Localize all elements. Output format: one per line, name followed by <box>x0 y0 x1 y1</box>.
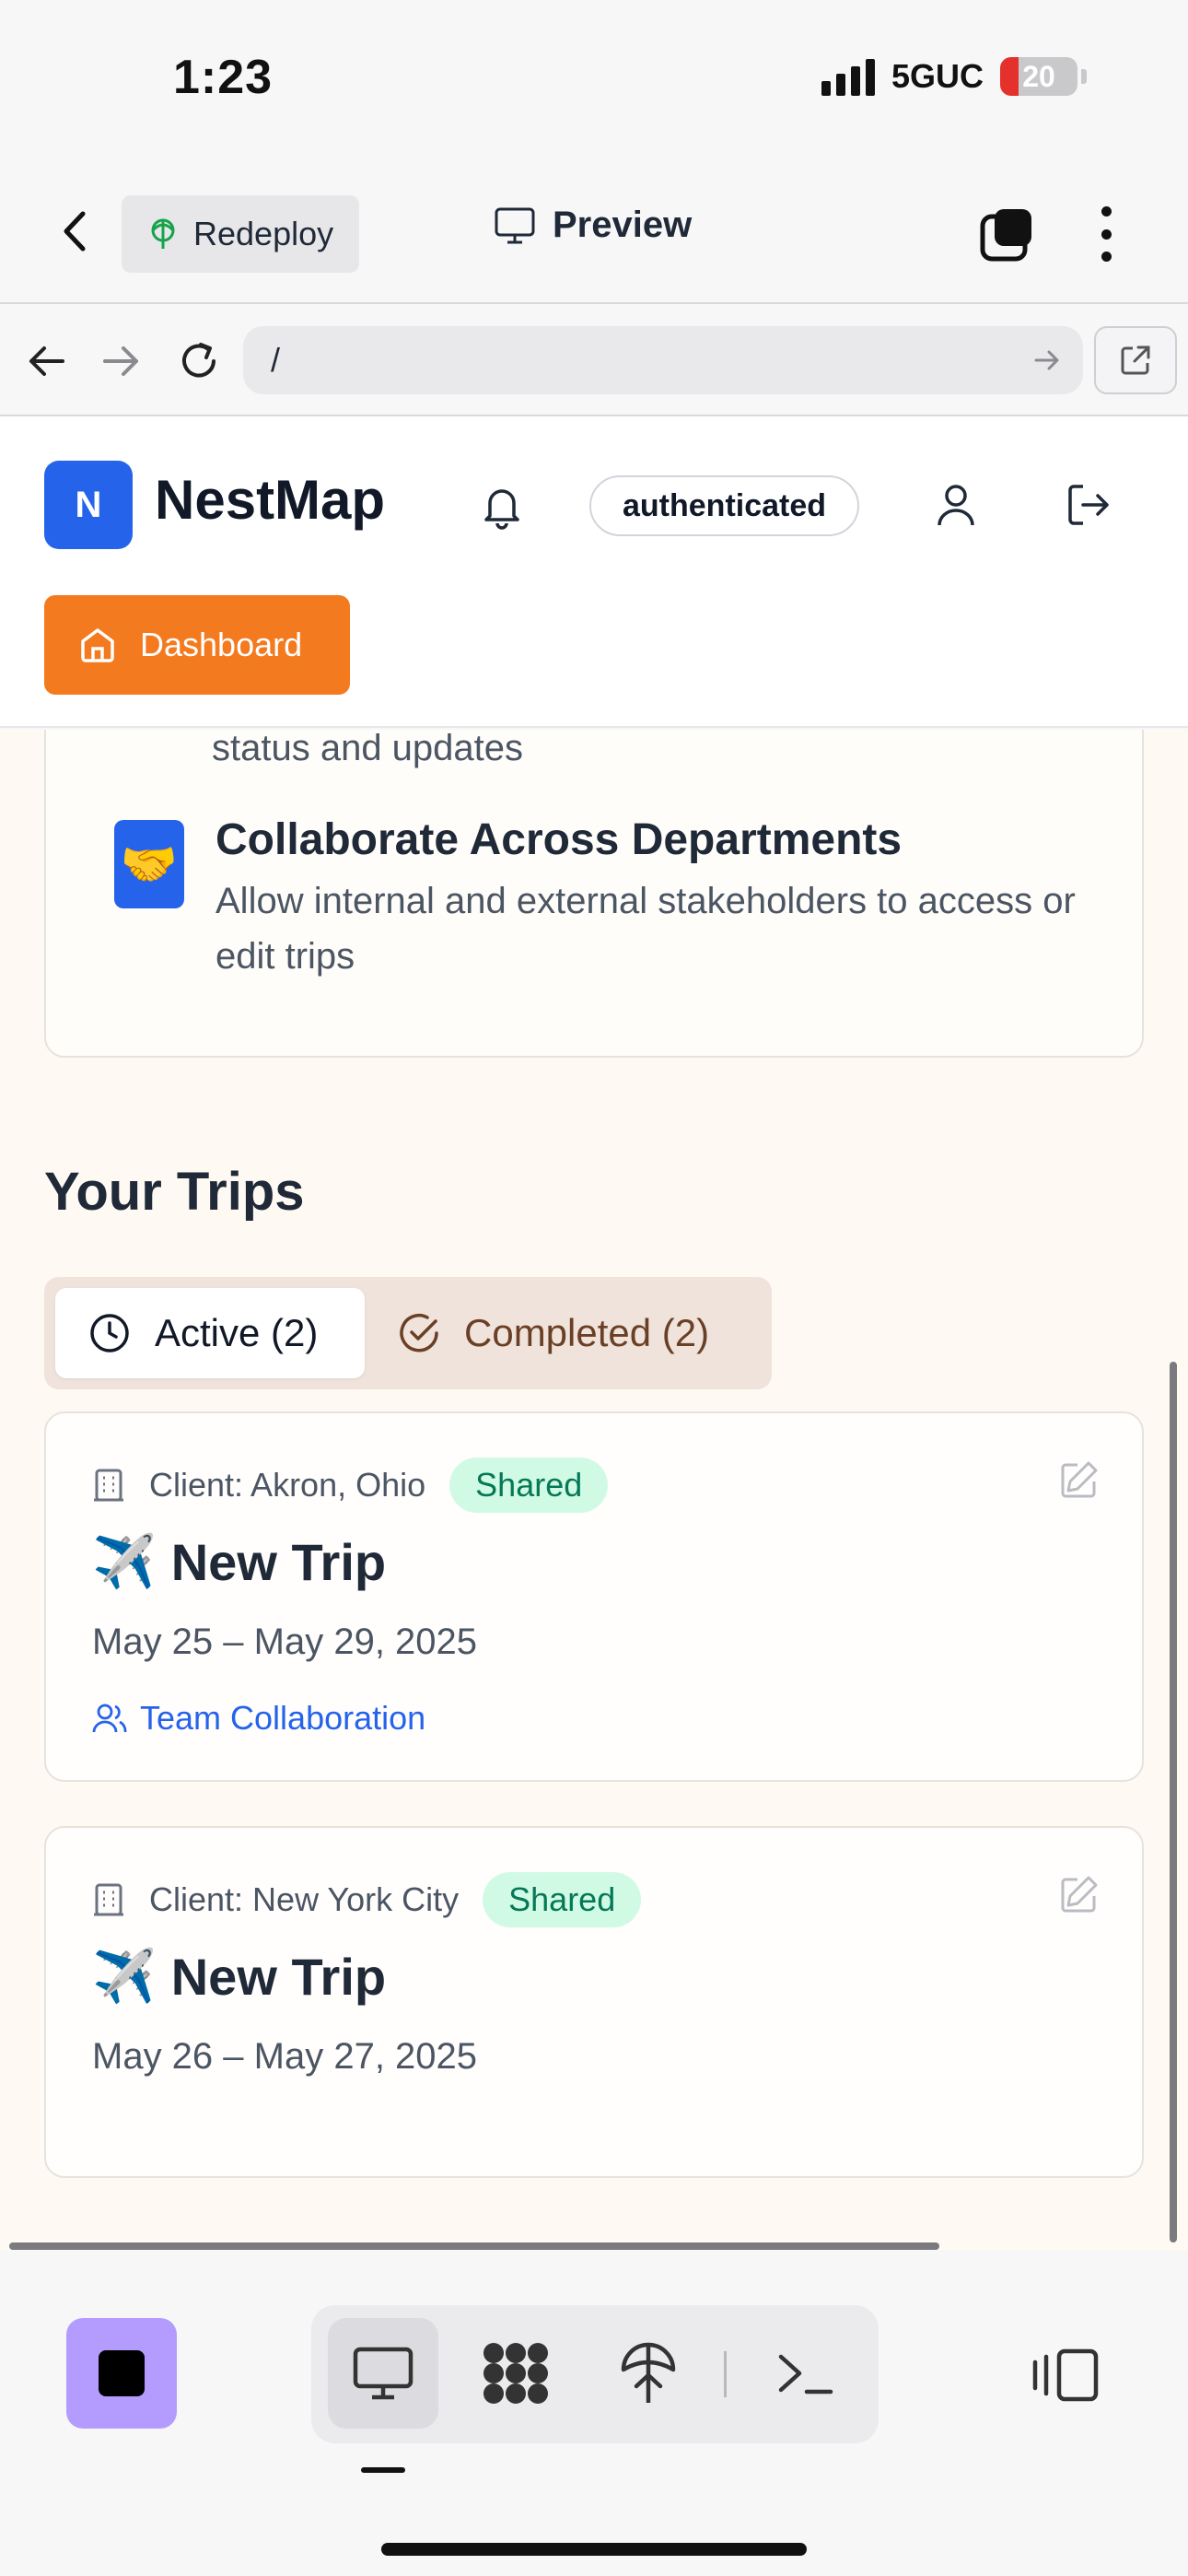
signal-icon <box>821 57 875 96</box>
blocks-icon <box>483 2343 548 2404</box>
logo[interactable]: N <box>44 461 133 549</box>
url-text: / <box>271 341 281 379</box>
deploy-view-button[interactable] <box>593 2318 704 2429</box>
more-options-icon[interactable] <box>1092 206 1120 262</box>
trip-client: Client: Akron, Ohio <box>149 1466 426 1504</box>
back-chevron-icon[interactable] <box>57 208 94 254</box>
redeploy-button[interactable]: Redeploy <box>122 195 360 273</box>
airplane-icon: ✈️ <box>92 1947 157 2005</box>
auth-status-badge: authenticated <box>589 475 860 536</box>
trip-card[interactable]: Client: Akron, Ohio Shared ✈️ New Trip M… <box>44 1411 1144 1782</box>
deploy-icon <box>621 2342 676 2403</box>
status-time: 1:23 <box>173 51 274 104</box>
status-indicators: 5GUC 20 <box>821 57 1087 96</box>
nav-back-icon[interactable] <box>22 337 70 385</box>
monitor-icon <box>495 207 535 243</box>
check-circle-icon <box>400 1314 438 1352</box>
tab-completed-label: Completed (2) <box>464 1311 710 1354</box>
team-collaboration-link[interactable]: Team Collaboration <box>92 1699 425 1738</box>
building-icon <box>94 1883 123 1916</box>
preview-label: Preview <box>553 205 693 245</box>
feature-title: Collaborate Across Departments <box>215 815 903 864</box>
edit-icon[interactable] <box>1057 1459 1100 1502</box>
battery-level: 20 <box>1022 59 1055 93</box>
preview-title[interactable]: Preview <box>494 205 692 246</box>
vertical-scrollbar[interactable] <box>1170 1362 1177 2242</box>
logout-icon[interactable] <box>1063 479 1114 531</box>
external-link-icon <box>1121 345 1150 375</box>
edit-icon[interactable] <box>1057 1874 1100 1916</box>
workspace-view-button[interactable] <box>460 2318 571 2429</box>
feature-description: Allow internal and external stakeholders… <box>215 881 1076 977</box>
terminal-icon <box>778 2354 833 2395</box>
battery-icon: 20 <box>1000 57 1077 96</box>
handshake-icon: 🤝 <box>114 820 184 908</box>
redeploy-icon <box>151 218 175 249</box>
view-switcher <box>311 2305 879 2443</box>
home-indicator <box>381 2543 807 2556</box>
site-header: N NestMap authenticated Dashboard <box>0 416 1188 728</box>
stop-icon <box>99 2350 145 2396</box>
trip-meta: Client: New York City Shared <box>92 1872 642 1927</box>
users-icon <box>92 1704 127 1733</box>
trip-title: ✈️ New Trip <box>92 1946 386 2007</box>
go-arrow-icon[interactable] <box>1031 345 1063 376</box>
bell-icon[interactable] <box>477 481 527 531</box>
building-icon <box>94 1469 123 1502</box>
airplane-icon: ✈️ <box>92 1532 157 1590</box>
trip-dates: May 25 – May 29, 2025 <box>92 1622 478 1662</box>
trip-meta: Client: Akron, Ohio Shared <box>92 1458 609 1513</box>
user-icon[interactable] <box>930 479 982 531</box>
stop-button[interactable] <box>66 2318 177 2429</box>
tab-active-label: Active (2) <box>155 1311 319 1354</box>
feature-description-partial: status and updates <box>212 730 524 768</box>
trip-title-text: New Trip <box>170 1532 387 1591</box>
status-bar: 1:23 5GUC 20 <box>0 0 1188 157</box>
shared-badge: Shared <box>483 1872 642 1927</box>
url-input[interactable]: / <box>243 326 1083 394</box>
redeploy-label: Redeploy <box>193 215 334 252</box>
active-view-indicator <box>361 2467 405 2473</box>
home-icon <box>81 628 114 662</box>
tab-completed[interactable]: Completed (2) <box>398 1288 709 1378</box>
side-panel-icon[interactable] <box>1031 2348 1100 2403</box>
url-bar: / <box>0 306 1188 416</box>
trip-card[interactable]: Client: New York City Shared ✈️ New Trip… <box>44 1826 1144 2178</box>
network-label: 5GUC <box>891 57 984 95</box>
trip-dates: May 26 – May 27, 2025 <box>92 2036 478 2077</box>
clock-icon <box>90 1314 129 1352</box>
dashboard-label: Dashboard <box>140 626 303 663</box>
reload-icon[interactable] <box>175 337 223 385</box>
features-card: status and updates 🤝 Collaborate Across … <box>44 730 1144 1058</box>
team-collaboration-label: Team Collaboration <box>140 1699 426 1737</box>
trip-client: Client: New York City <box>149 1880 460 1918</box>
terminal-view-button[interactable] <box>750 2318 860 2429</box>
shared-badge: Shared <box>449 1458 609 1513</box>
trip-title-text: New Trip <box>170 1947 387 2006</box>
tabs-icon[interactable] <box>980 206 1035 262</box>
bottom-toolbar <box>0 2252 1188 2576</box>
horizontal-scrollbar[interactable] <box>9 2242 939 2250</box>
nav-forward-icon[interactable] <box>98 337 146 385</box>
tab-active[interactable]: Active (2) <box>55 1288 365 1378</box>
monitor-icon <box>353 2347 413 2400</box>
trip-status-tabs: Active (2) Completed (2) <box>44 1277 772 1389</box>
dashboard-button[interactable]: Dashboard <box>44 595 350 695</box>
trip-title: ✈️ New Trip <box>92 1531 386 1592</box>
brand-name[interactable]: NestMap <box>155 468 385 532</box>
preview-view-button[interactable] <box>328 2318 438 2429</box>
logo-letter: N <box>75 484 102 525</box>
main-content: status and updates 🤝 Collaborate Across … <box>0 730 1188 2250</box>
open-external-button[interactable] <box>1094 326 1177 394</box>
section-title: Your Trips <box>44 1162 305 1222</box>
app-toolbar: Redeploy Preview <box>0 157 1188 304</box>
toolbar-divider <box>724 2351 727 2397</box>
